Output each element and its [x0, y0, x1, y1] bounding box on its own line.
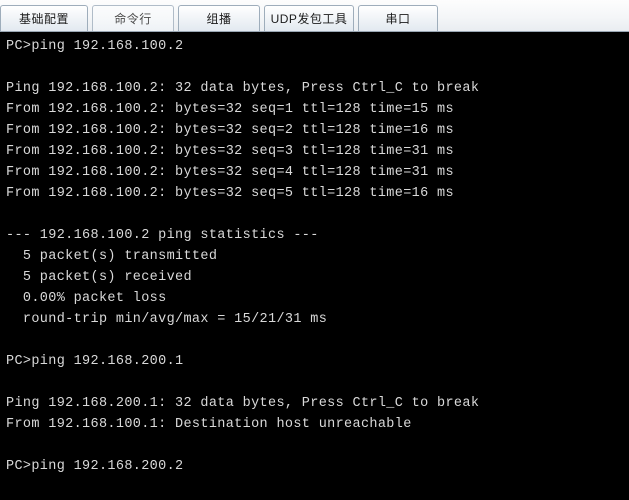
terminal-line: From 192.168.100.1: Destination host unr… [6, 417, 412, 432]
tab-label: 基础配置 [18, 12, 69, 26]
terminal-line: --- 192.168.100.2 ping statistics --- [6, 228, 319, 243]
tab-command-line[interactable]: 命令行 [92, 5, 174, 31]
terminal-line: 5 packet(s) transmitted [6, 249, 218, 264]
terminal-line: Ping 192.168.200.1: 32 data bytes, Press… [6, 396, 480, 411]
terminal-output[interactable]: PC>ping 192.168.100.2 Ping 192.168.100.2… [0, 32, 629, 500]
terminal-line: 5 packet(s) received [6, 270, 192, 285]
tab-bar: 基础配置 命令行 组播 UDP发包工具 串口 [0, 0, 629, 32]
terminal-line: From 192.168.100.2: bytes=32 seq=2 ttl=1… [6, 123, 454, 138]
terminal-line: From 192.168.100.2: bytes=32 seq=4 ttl=1… [6, 165, 454, 180]
tab-basic-config[interactable]: 基础配置 [0, 5, 88, 31]
tab-multicast[interactable]: 组播 [178, 5, 260, 31]
tab-label: UDP发包工具 [270, 12, 348, 26]
terminal-line: PC>ping 192.168.200.1 [6, 354, 184, 369]
tab-label: 串口 [385, 12, 411, 26]
terminal-line: PC>ping 192.168.200.2 [6, 459, 184, 474]
terminal-line: round-trip min/avg/max = 15/21/31 ms [6, 312, 328, 327]
terminal-line: 0.00% packet loss [6, 291, 167, 306]
terminal-line: From 192.168.100.2: bytes=32 seq=3 ttl=1… [6, 144, 454, 159]
terminal-line: From 192.168.100.2: bytes=32 seq=5 ttl=1… [6, 186, 454, 201]
terminal-line: From 192.168.100.2: bytes=32 seq=1 ttl=1… [6, 102, 454, 117]
terminal-line: Ping 192.168.100.2: 32 data bytes, Press… [6, 81, 480, 96]
tab-label: 命令行 [114, 12, 152, 26]
pc-console-window: 基础配置 命令行 组播 UDP发包工具 串口 PC>ping 192.168.1… [0, 0, 629, 500]
tab-serial-port[interactable]: 串口 [358, 5, 438, 31]
tab-label: 组播 [206, 12, 232, 26]
tab-udp-packet-tool[interactable]: UDP发包工具 [264, 5, 354, 31]
terminal-line: PC>ping 192.168.100.2 [6, 39, 184, 54]
